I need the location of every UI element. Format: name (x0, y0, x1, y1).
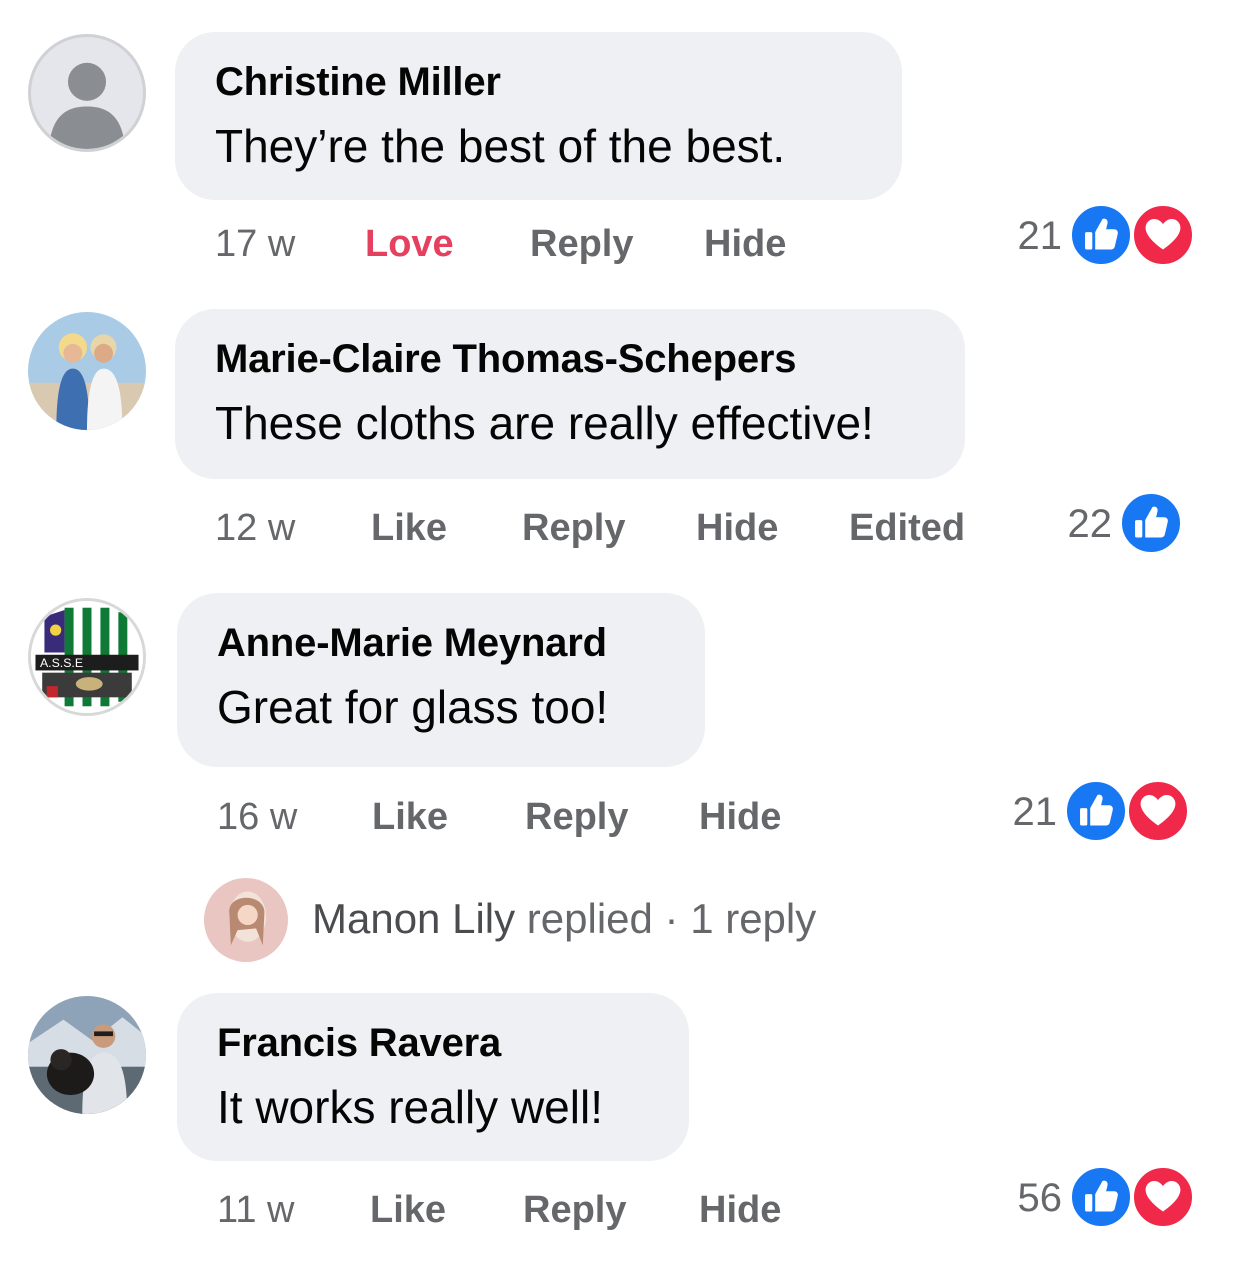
reaction-count: 56 (1017, 1176, 1063, 1220)
avatar[interactable] (28, 312, 146, 430)
club-crest: A.S.S.E (31, 601, 143, 713)
comment-text: It works really well! (217, 1081, 603, 1133)
love-button[interactable]: Love (365, 222, 454, 266)
reaction-summary[interactable]: 21 (975, 778, 1197, 848)
comment-bubble: Anne-Marie Meynard Great for glass too! (177, 593, 705, 767)
comment-timestamp[interactable]: 11 w (217, 1188, 294, 1232)
like-reaction-icon (1063, 778, 1129, 844)
comment-bubble: Christine Miller They’re the best of the… (175, 32, 902, 200)
reaction-count: 21 (1017, 214, 1063, 258)
replier-photo (204, 878, 288, 962)
reaction-summary[interactable]: 56 (980, 1164, 1202, 1234)
like-reaction-icon (1068, 1164, 1134, 1230)
comment-author[interactable]: Christine Miller (215, 58, 902, 106)
hide-button[interactable]: Hide (696, 506, 778, 550)
like-reaction-icon (1068, 202, 1134, 268)
comment-author[interactable]: Francis Ravera (217, 1019, 689, 1067)
like-reaction-icon (1118, 490, 1184, 556)
reply-button[interactable]: Reply (530, 222, 633, 266)
reply-button[interactable]: Reply (522, 506, 625, 550)
comment-text: They’re the best of the best. (215, 120, 786, 172)
comment-timestamp[interactable]: 17 w (215, 222, 295, 266)
comment-author[interactable]: Marie-Claire Thomas-Schepers (215, 335, 965, 383)
like-button[interactable]: Like (372, 795, 448, 839)
avatar[interactable] (28, 996, 146, 1114)
comment-bubble: Marie-Claire Thomas-Schepers These cloth… (175, 309, 965, 479)
comment-timestamp[interactable]: 16 w (217, 795, 297, 839)
like-button[interactable]: Like (371, 506, 447, 550)
edited-label[interactable]: Edited (849, 506, 965, 550)
comment-text: These cloths are really effective! (215, 397, 874, 449)
default-profile-icon (48, 62, 126, 149)
hide-button[interactable]: Hide (699, 1188, 781, 1232)
reply-count-text: replied · 1 reply (526, 895, 817, 942)
reply-avatar (204, 878, 288, 962)
hide-button[interactable]: Hide (699, 795, 781, 839)
replier-name: Manon Lily (312, 895, 516, 942)
reaction-count: 21 (1012, 790, 1058, 834)
comment-author[interactable]: Anne-Marie Meynard (217, 619, 705, 667)
reply-button[interactable]: Reply (525, 795, 628, 839)
reply-button[interactable]: Reply (523, 1188, 626, 1232)
hide-button[interactable]: Hide (704, 222, 786, 266)
like-button[interactable]: Like (370, 1188, 446, 1232)
love-reaction-icon (1130, 202, 1196, 268)
love-reaction-icon (1125, 778, 1191, 844)
man-with-dog-photo (28, 996, 146, 1114)
comment-bubble: Francis Ravera It works really well! (177, 993, 689, 1161)
avatar[interactable]: A.S.S.E (28, 598, 146, 716)
reaction-summary[interactable]: 21 (980, 202, 1202, 272)
reaction-summary[interactable]: 22 (1040, 490, 1190, 560)
comment-text: Great for glass too! (217, 681, 609, 733)
svg-text:A.S.S.E: A.S.S.E (40, 656, 83, 670)
love-reaction-icon (1130, 1164, 1196, 1230)
comment-timestamp[interactable]: 12 w (215, 506, 295, 550)
reaction-count: 22 (1067, 502, 1113, 546)
couple-photo (28, 312, 146, 430)
avatar[interactable] (28, 34, 146, 152)
